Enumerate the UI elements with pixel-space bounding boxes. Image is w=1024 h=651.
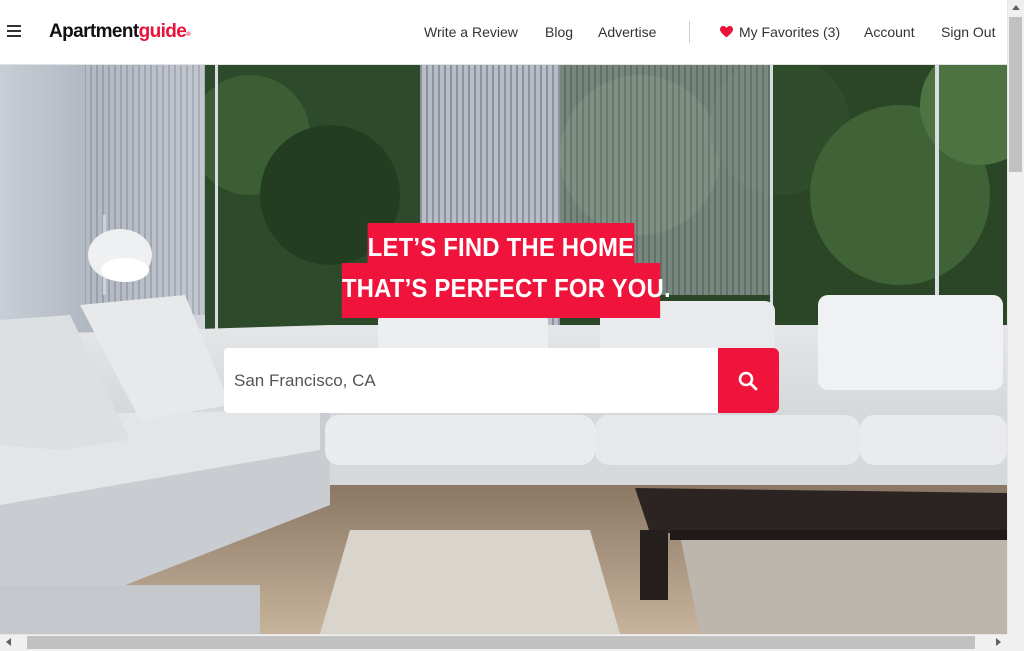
nav-account[interactable]: Account bbox=[864, 23, 915, 41]
logo-text-apartment: Apartment bbox=[49, 21, 139, 42]
nav-blog[interactable]: Blog bbox=[545, 23, 573, 41]
scrollbar-corner bbox=[1007, 634, 1024, 651]
logo-text-guide: guide bbox=[138, 21, 187, 42]
nav-advertise[interactable]: Advertise bbox=[598, 23, 656, 41]
horizontal-scrollbar-thumb[interactable] bbox=[27, 636, 975, 649]
scroll-right-arrow-icon[interactable] bbox=[990, 634, 1007, 651]
nav-write-review[interactable]: Write a Review bbox=[424, 23, 518, 41]
hero-section: LET’S FIND THE HOME THAT’S PERFECT FOR Y… bbox=[0, 65, 1007, 634]
nav-my-favorites[interactable]: My Favorites (3) bbox=[739, 23, 840, 41]
hero-headline-line-2: THAT’S PERFECT FOR YOU. bbox=[341, 263, 671, 318]
scroll-up-arrow-icon[interactable] bbox=[1007, 0, 1024, 17]
logo-registered-mark: ® bbox=[186, 32, 191, 38]
site-header: Apartmentguide® Write a Review Blog Adve… bbox=[0, 0, 1007, 65]
heart-icon bbox=[720, 26, 733, 38]
vertical-scrollbar-thumb[interactable] bbox=[1009, 17, 1022, 172]
scroll-left-arrow-icon[interactable] bbox=[0, 634, 17, 651]
nav-divider bbox=[689, 21, 690, 43]
hamburger-menu-icon[interactable] bbox=[7, 25, 21, 37]
magnifier-icon bbox=[738, 371, 758, 391]
apartmentguide-logo[interactable]: Apartmentguide® bbox=[49, 20, 191, 44]
search-button[interactable] bbox=[718, 348, 779, 413]
location-search-input[interactable] bbox=[224, 348, 718, 413]
page: Apartmentguide® Write a Review Blog Adve… bbox=[0, 0, 1024, 651]
nav-sign-out[interactable]: Sign Out bbox=[941, 23, 995, 41]
